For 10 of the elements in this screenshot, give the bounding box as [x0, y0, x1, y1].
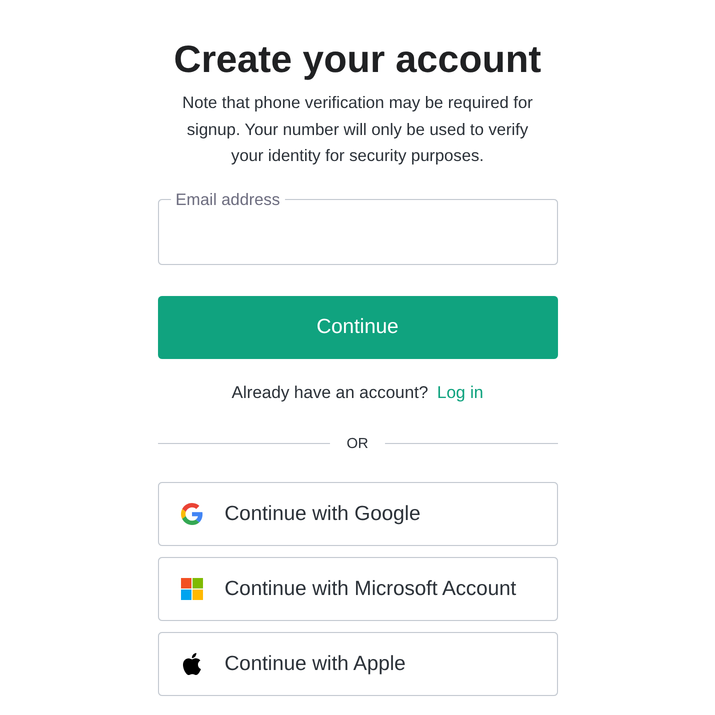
social-login-button[interactable]: Continue with Apple	[158, 632, 558, 696]
page-title: Create your account	[172, 38, 542, 82]
social-login-button[interactable]: Continue with Google	[158, 482, 558, 546]
apple-icon	[182, 652, 200, 674]
social-login-button[interactable]: Continue with Microsoft Account	[158, 556, 558, 620]
four-squares-icon	[180, 578, 202, 600]
google-g-icon	[180, 502, 202, 524]
divider-label: OR	[346, 436, 370, 452]
verification-note: Note that phone verification may be required for signup. Your number will only be used to verify your identity for security purposes.	[181, 92, 534, 167]
login-prompt: Already have an account? Log in	[230, 382, 484, 404]
